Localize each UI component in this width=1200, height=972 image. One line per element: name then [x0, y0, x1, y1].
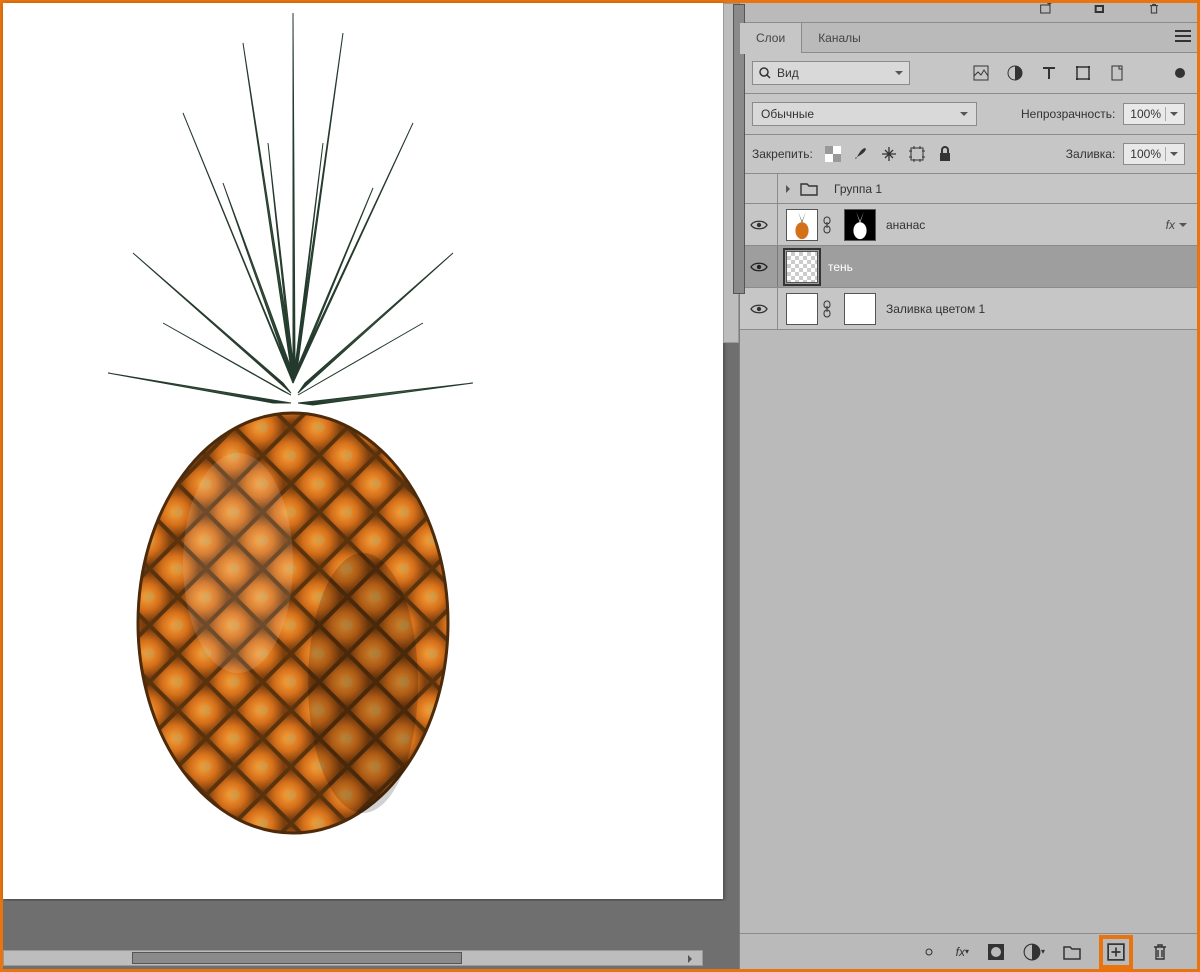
visibility-toggle[interactable] [740, 174, 778, 203]
blend-mode-value: Обычные [761, 107, 814, 121]
fill-label: Заливка: [1066, 147, 1116, 161]
eye-icon [750, 261, 768, 273]
lock-transparent-icon[interactable] [825, 146, 841, 162]
expand-group-icon[interactable] [786, 182, 794, 196]
filter-pixel-icon[interactable] [973, 65, 989, 81]
scroll-right-arrow[interactable] [688, 952, 700, 964]
opacity-label: Непрозрачность: [1021, 107, 1115, 121]
layer-name: ананас [886, 218, 925, 232]
lock-paint-icon[interactable] [853, 146, 869, 162]
chevron-down-icon [960, 107, 968, 121]
layer-filter-kind[interactable]: Вид [752, 61, 910, 85]
panel-icon-2[interactable] [1091, 3, 1109, 15]
eye-icon [750, 219, 768, 231]
visibility-toggle[interactable] [740, 288, 778, 329]
link-layers-icon[interactable] [920, 943, 938, 961]
link-icon[interactable] [822, 300, 832, 318]
document-canvas[interactable] [3, 3, 723, 899]
opacity-value: 100% [1130, 107, 1161, 121]
adjustment-layer-icon[interactable]: ▾ [1023, 943, 1045, 961]
layer-mask-thumbnail[interactable] [844, 293, 876, 325]
layer-row-pineapple[interactable]: ананас fx [740, 204, 1197, 246]
layer-thumbnail[interactable] [786, 251, 818, 283]
tab-channels[interactable]: Каналы [802, 23, 877, 53]
panel-icon-1[interactable] [1037, 3, 1055, 15]
new-layer-button[interactable] [1099, 935, 1133, 969]
link-icon[interactable] [822, 216, 832, 234]
layer-mask-icon[interactable] [987, 943, 1005, 961]
layer-effects-indicator[interactable]: fx [1166, 218, 1187, 232]
layer-row-fill[interactable]: Заливка цветом 1 [740, 288, 1197, 330]
fill-input[interactable]: 100% [1123, 143, 1185, 165]
search-icon [759, 67, 771, 79]
blend-mode-select[interactable]: Обычные [752, 102, 977, 126]
layer-name: тень [828, 260, 853, 274]
panel-top-icons [740, 3, 1197, 23]
fill-value: 100% [1130, 147, 1161, 161]
eye-icon [750, 303, 768, 315]
delete-layer-icon[interactable] [1151, 943, 1169, 961]
layers-bottom-toolbar: fx▾ ▾ [740, 933, 1197, 969]
layer-thumbnail[interactable] [786, 209, 818, 241]
chevron-down-icon [895, 66, 903, 80]
visibility-toggle[interactable] [740, 204, 778, 245]
layer-name: Группа 1 [834, 182, 882, 196]
layers-list: Группа 1 ананас fx [740, 174, 1197, 933]
opacity-input[interactable]: 100% [1123, 103, 1185, 125]
layer-thumbnail[interactable] [786, 293, 818, 325]
lock-label: Закрепить: [752, 147, 813, 161]
filter-adjustment-icon[interactable] [1007, 65, 1023, 81]
horizontal-scrollbar[interactable] [3, 950, 703, 966]
lock-position-icon[interactable] [881, 146, 897, 162]
layers-panel: Слои Каналы Вид [739, 3, 1197, 969]
chevron-down-icon [1165, 107, 1178, 121]
layer-style-icon[interactable]: fx▾ [956, 945, 969, 959]
folder-icon [800, 182, 818, 196]
layer-name: Заливка цветом 1 [886, 302, 985, 316]
chevron-down-icon [1179, 218, 1187, 232]
tab-layers[interactable]: Слои [740, 23, 802, 53]
lock-artboard-icon[interactable] [909, 146, 925, 162]
layer-group-row[interactable]: Группа 1 [740, 174, 1197, 204]
trash-icon[interactable] [1145, 3, 1163, 15]
chevron-down-icon [1165, 147, 1178, 161]
lock-all-icon[interactable] [937, 146, 953, 162]
visibility-toggle[interactable] [740, 246, 778, 287]
horizontal-scrollbar-thumb[interactable] [132, 952, 462, 964]
vertical-scrollbar[interactable] [723, 3, 739, 343]
filter-smart-icon[interactable] [1109, 65, 1125, 81]
filter-shape-icon[interactable] [1075, 65, 1091, 81]
layer-filter-kind-label: Вид [777, 66, 799, 80]
layer-row-shadow[interactable]: тень [740, 246, 1197, 288]
filter-toggle-switch[interactable] [1175, 68, 1185, 78]
panel-menu-icon[interactable] [1169, 30, 1197, 45]
layer-mask-thumbnail[interactable] [844, 209, 876, 241]
new-group-icon[interactable] [1063, 943, 1081, 961]
filter-type-icon[interactable] [1041, 65, 1057, 81]
pineapple-image [93, 3, 488, 843]
canvas-area[interactable] [3, 3, 739, 969]
